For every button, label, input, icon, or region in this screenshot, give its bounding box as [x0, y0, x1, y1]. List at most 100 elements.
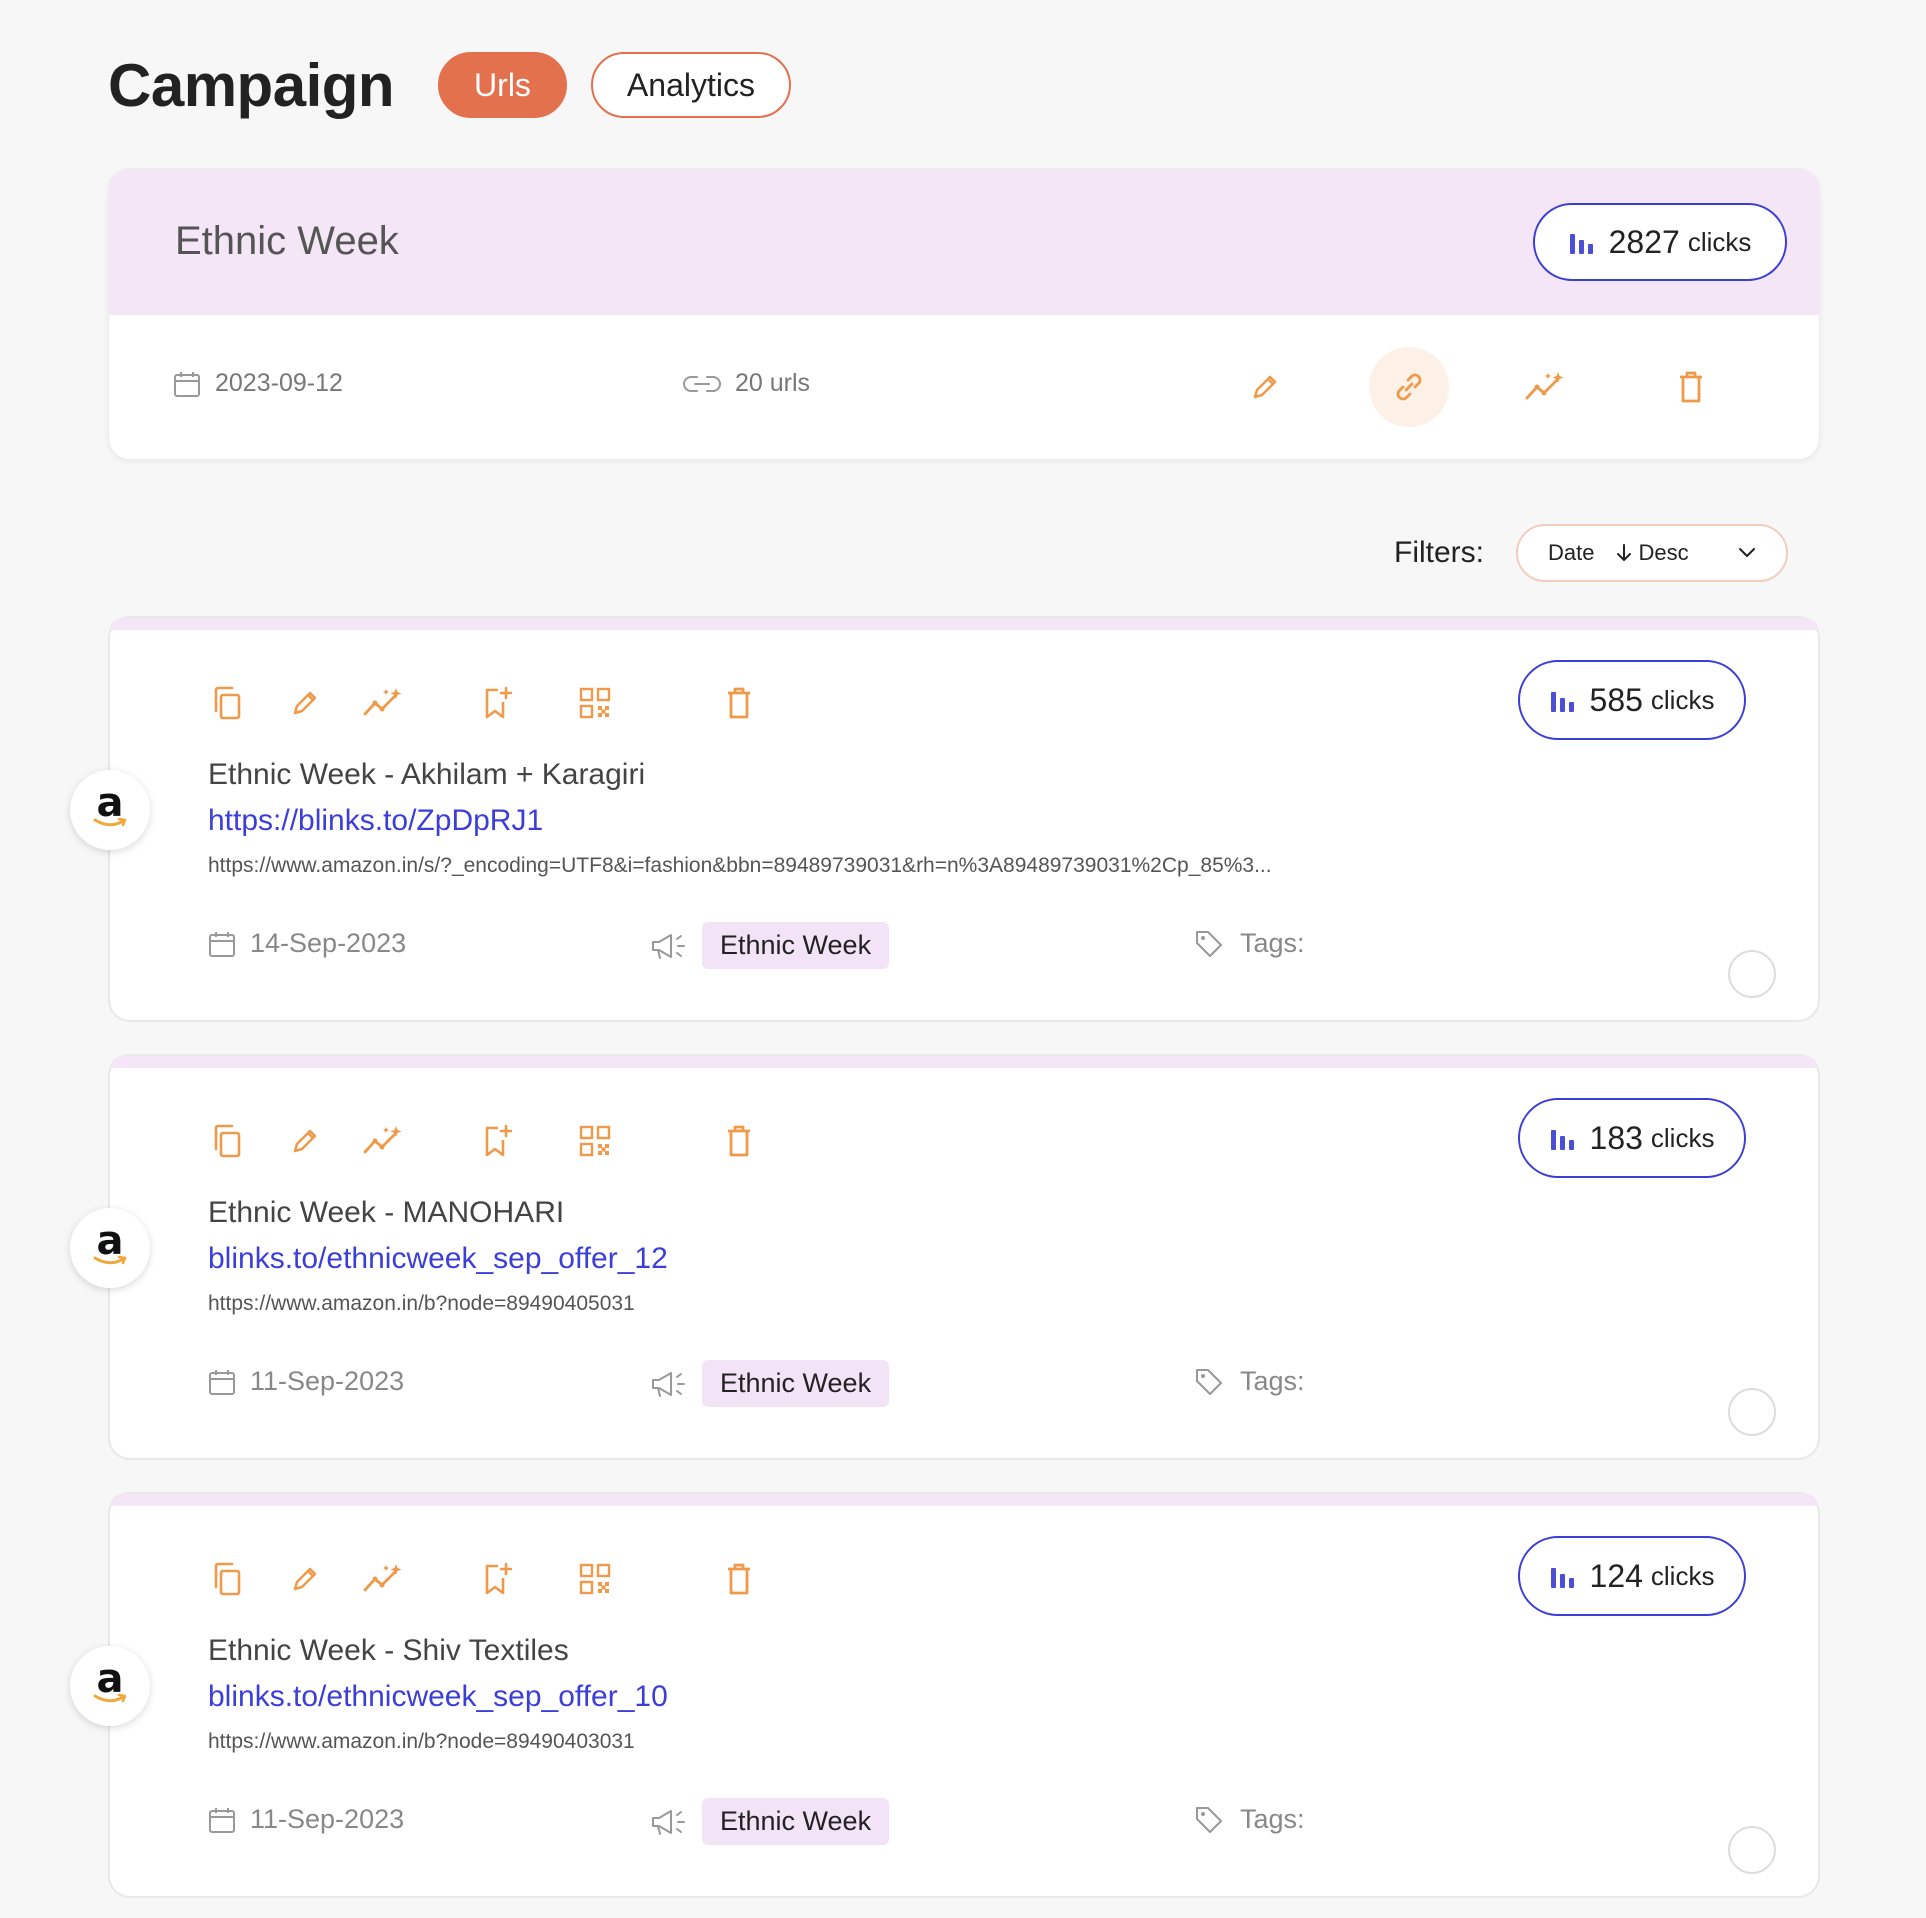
tags-label: Tags:: [1240, 1804, 1305, 1834]
copy-button[interactable]: [202, 1116, 252, 1166]
bookmark-button[interactable]: [472, 1554, 522, 1604]
page-header: Campaign Urls Analytics: [108, 40, 815, 130]
select-checkbox[interactable]: [1728, 1826, 1776, 1874]
page-title: Campaign: [108, 51, 395, 119]
url-tags: Tags:: [1194, 1804, 1305, 1835]
campaign-badge[interactable]: Ethnic Week: [702, 1360, 890, 1407]
url-campaign: Ethnic Week: [650, 922, 890, 969]
short-link[interactable]: blinks.to/ethnicweek_sep_offer_10: [208, 1680, 668, 1714]
amazon-logo-letter: a: [96, 1656, 124, 1702]
bookmark-button[interactable]: [472, 678, 522, 728]
pencil-icon: [293, 1567, 317, 1591]
sparkle-chart-icon: [363, 1126, 402, 1154]
url-clicks-button[interactable]: 585 clicks: [1518, 660, 1746, 740]
destination-url: https://www.amazon.in/b?node=89490403031: [208, 1730, 635, 1753]
delete-url-button[interactable]: [714, 1554, 764, 1604]
url-title: Ethnic Week - Akhilam + Karagiri: [208, 758, 646, 791]
url-analytics-button[interactable]: [358, 678, 408, 728]
trash-icon: [728, 1563, 750, 1595]
pencil-icon: [1253, 375, 1277, 399]
qr-code-button[interactable]: [570, 678, 620, 728]
amazon-logo: a: [70, 770, 150, 850]
copy-icon: [214, 1562, 241, 1596]
clicks-label: clicks: [1650, 1122, 1715, 1153]
qr-code-icon: [579, 687, 611, 719]
amazon-logo-letter: a: [96, 780, 124, 826]
url-campaign: Ethnic Week: [650, 1360, 890, 1407]
bookmark-add-icon: [485, 1124, 512, 1157]
url-card-accent: [110, 618, 1818, 630]
campaign-card-body: 2023-09-12 20 urls: [109, 315, 1819, 459]
url-analytics-button[interactable]: [358, 1554, 408, 1604]
edit-campaign-button[interactable]: [1225, 347, 1305, 427]
url-analytics-button[interactable]: [358, 1116, 408, 1166]
sparkle-chart-icon: [1525, 372, 1564, 400]
bar-chart-icon: [1569, 234, 1593, 254]
amazon-logo: a: [70, 1646, 150, 1726]
bookmark-button[interactable]: [472, 1116, 522, 1166]
delete-campaign-button[interactable]: [1651, 347, 1731, 427]
url-date-text: 14-Sep-2023: [250, 928, 407, 958]
url-date: 11-Sep-2023: [208, 1366, 404, 1397]
trash-icon: [728, 687, 750, 719]
campaign-links-button[interactable]: [1369, 347, 1449, 427]
delete-url-button[interactable]: [714, 678, 764, 728]
qr-code-icon: [579, 1125, 611, 1157]
short-link[interactable]: blinks.to/ethnicweek_sep_offer_12: [208, 1242, 668, 1276]
amazon-logo: a: [70, 1208, 150, 1288]
campaign-date-text: 2023-09-12: [215, 369, 343, 397]
copy-button[interactable]: [202, 1554, 252, 1604]
url-date: 14-Sep-2023: [208, 928, 406, 959]
tab-analytics[interactable]: Analytics: [590, 52, 791, 118]
amazon-smile-icon: [93, 1693, 127, 1703]
sparkle-chart-icon: [363, 1564, 402, 1592]
campaign-clicks-button[interactable]: 2827 clicks: [1533, 203, 1787, 281]
sort-dropdown[interactable]: Date Desc: [1516, 524, 1788, 582]
qr-code-button[interactable]: [570, 1554, 620, 1604]
url-title: Ethnic Week - Shiv Textiles: [208, 1634, 569, 1667]
url-card: a: [70, 616, 1820, 1022]
campaign-badge[interactable]: Ethnic Week: [702, 1798, 890, 1845]
tag-icon: [1196, 1368, 1222, 1395]
qr-code-button[interactable]: [570, 1116, 620, 1166]
trash-icon: [1680, 371, 1702, 403]
campaign-analytics-button[interactable]: [1505, 347, 1585, 427]
amazon-smile-icon: [93, 817, 127, 827]
destination-url: https://www.amazon.in/b?node=89490405031: [208, 1292, 635, 1315]
qr-code-icon: [579, 1563, 611, 1595]
clicks-count: 183: [1589, 1119, 1643, 1156]
link-icon: [683, 375, 721, 392]
campaign-card: Ethnic Week 2827 clicks 2023-09-12 20 ur…: [108, 168, 1820, 460]
campaign-card-header: Ethnic Week 2827 clicks: [109, 169, 1819, 315]
campaign-badge[interactable]: Ethnic Week: [702, 922, 890, 969]
calendar-icon: [209, 1807, 235, 1833]
tab-urls[interactable]: Urls: [438, 52, 567, 118]
url-tags: Tags:: [1194, 1366, 1305, 1397]
copy-button[interactable]: [202, 678, 252, 728]
clicks-label: clicks: [1650, 1560, 1715, 1591]
edit-url-button[interactable]: [280, 1116, 330, 1166]
select-checkbox[interactable]: [1728, 950, 1776, 998]
edit-url-button[interactable]: [280, 678, 330, 728]
campaign-page: Campaign Urls Analytics Ethnic Week 2827…: [0, 0, 1926, 1918]
sort-order: Desc: [1638, 540, 1689, 565]
campaign-date: 2023-09-12: [173, 369, 343, 398]
short-link[interactable]: https://blinks.to/ZpDpRJ1: [208, 804, 543, 838]
url-clicks-button[interactable]: 183 clicks: [1518, 1098, 1746, 1178]
select-checkbox[interactable]: [1728, 1388, 1776, 1436]
url-tags: Tags:: [1194, 928, 1305, 959]
url-card-accent: [110, 1056, 1818, 1068]
megaphone-icon: [652, 1809, 685, 1835]
bookmark-add-icon: [485, 1562, 512, 1595]
filters-label: Filters:: [1394, 536, 1484, 569]
url-card: a: [70, 1492, 1820, 1898]
edit-url-button[interactable]: [280, 1554, 330, 1604]
clicks-label: clicks: [1650, 684, 1715, 715]
amazon-smile-icon: [93, 1255, 127, 1265]
pencil-icon: [293, 1129, 317, 1153]
calendar-icon: [209, 931, 235, 957]
bar-chart-icon: [1550, 1568, 1574, 1588]
delete-url-button[interactable]: [714, 1116, 764, 1166]
url-clicks-button[interactable]: 124 clicks: [1518, 1536, 1746, 1616]
clicks-count: 124: [1589, 1557, 1643, 1594]
